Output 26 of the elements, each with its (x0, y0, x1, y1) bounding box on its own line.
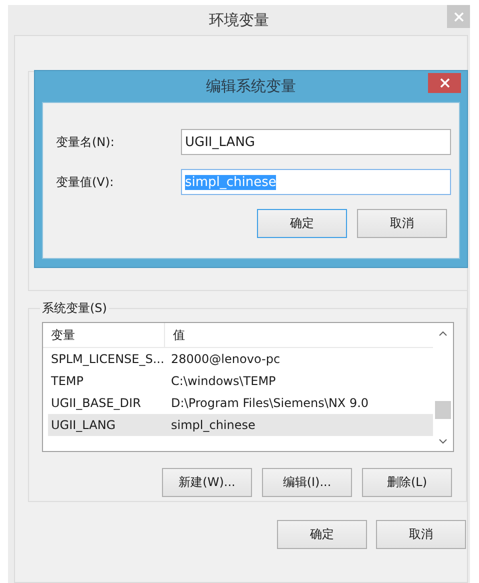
variable-list[interactable]: 变量 值 SPLM_LICENSE_S... 28000@lenovo-pc TEMP C:\windows\TEMP UGII_BASE_DIR D:\Program Files\Siemens\NX 9.0 UGII_LANG simpl_chinese (42, 322, 454, 452)
field-label: 变量值(V): (56, 174, 115, 190)
button[interactable]: 删除(L) (362, 468, 452, 497)
close-icon (440, 78, 450, 88)
scroll-up-icon[interactable] (439, 331, 447, 336)
button[interactable]: 确定 (257, 209, 347, 238)
field-label: 变量名(N): (56, 134, 116, 150)
list-row[interactable]: UGII_LANG simpl_chinese (48, 414, 433, 436)
list-row[interactable]: TEMP C:\windows\TEMP (48, 370, 433, 392)
input-field[interactable]: UGII_LANG (181, 129, 451, 155)
column-header[interactable]: 值 (165, 323, 185, 347)
button[interactable]: 取消 (376, 520, 466, 549)
list-row[interactable]: UGII_BASE_DIR D:\Program Files\Siemens\NX 9.0 (48, 392, 433, 414)
dialog-title: 编辑系统变量 (206, 77, 296, 96)
button[interactable]: 取消 (357, 209, 447, 238)
column-header[interactable]: 变量 (43, 323, 165, 347)
scroll-down-icon[interactable] (439, 439, 447, 444)
button[interactable]: 新建(W)... (162, 468, 252, 497)
group-title: 系统变量(S) (41, 300, 108, 317)
list-row[interactable]: SPLM_LICENSE_S... 28000@lenovo-pc (48, 348, 433, 370)
close-button[interactable] (428, 73, 461, 93)
button[interactable]: 编辑(I)... (262, 468, 352, 497)
scroll-thumb[interactable] (435, 401, 451, 419)
window-title: 环境变量 (209, 10, 269, 30)
button[interactable]: 确定 (277, 520, 367, 549)
close-icon (454, 12, 464, 22)
